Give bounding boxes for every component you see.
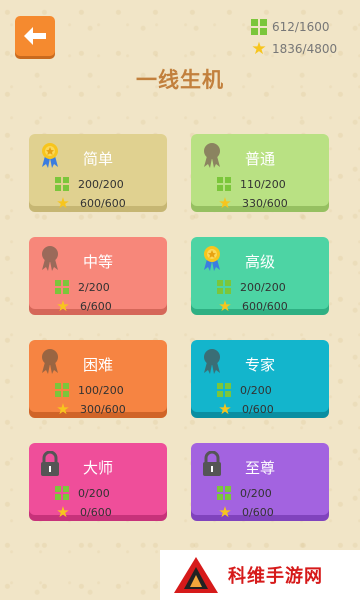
level-card-supreme[interactable]: 至尊 0/200 ★ 0/600 bbox=[191, 443, 329, 519]
watermark-text: 科维手游网 bbox=[228, 566, 323, 587]
level-stars: ★ 330/600 bbox=[217, 193, 288, 212]
level-name: 中等 bbox=[83, 253, 114, 271]
puzzles-total-value: 612/1600 bbox=[272, 20, 330, 34]
level-card-medium[interactable]: 中等 2/200 ★ 6/600 bbox=[29, 237, 167, 313]
level-puzzles-value: 100/200 bbox=[78, 383, 124, 397]
level-card-master[interactable]: 大师 0/200 ★ 0/600 bbox=[29, 443, 167, 519]
level-puzzles-value: 0/200 bbox=[78, 486, 110, 500]
level-name: 大师 bbox=[83, 459, 114, 477]
star-icon: ★ bbox=[56, 399, 70, 418]
level-stars-value: 0/600 bbox=[80, 505, 112, 519]
level-name: 普通 bbox=[245, 150, 276, 168]
level-stars: ★ 300/600 bbox=[55, 399, 126, 418]
level-card-easy[interactable]: 简单 200/200 ★ 600/600 bbox=[29, 134, 167, 210]
page-title: 一线生机 bbox=[136, 68, 224, 92]
level-puzzles: 200/200 bbox=[55, 175, 124, 193]
level-name: 专家 bbox=[245, 356, 276, 374]
level-puzzles: 0/200 bbox=[217, 484, 272, 502]
puzzle-grid-icon bbox=[55, 280, 69, 294]
puzzle-grid-icon bbox=[217, 383, 231, 397]
gold-medal-icon bbox=[39, 142, 61, 168]
level-card-normal[interactable]: 普通 110/200 ★ 330/600 bbox=[191, 134, 329, 210]
level-puzzles: 0/200 bbox=[217, 381, 272, 399]
puzzle-grid-icon bbox=[217, 280, 231, 294]
level-stars: ★ 600/600 bbox=[217, 296, 288, 315]
level-stars-value: 330/600 bbox=[242, 196, 288, 210]
level-puzzles-value: 0/200 bbox=[240, 383, 272, 397]
star-icon: ★ bbox=[218, 296, 232, 315]
level-stars: ★ 0/600 bbox=[217, 399, 274, 418]
level-stars-value: 0/600 bbox=[242, 402, 274, 416]
gold-medal-icon bbox=[201, 245, 223, 271]
level-puzzles-value: 200/200 bbox=[78, 177, 124, 191]
star-icon: ★ bbox=[218, 193, 232, 212]
level-stars-value: 600/600 bbox=[242, 299, 288, 313]
level-puzzles: 100/200 bbox=[55, 381, 124, 399]
level-stars-value: 6/600 bbox=[80, 299, 112, 313]
lock-icon bbox=[201, 450, 223, 477]
medal-icon bbox=[39, 348, 61, 374]
puzzle-grid-icon bbox=[217, 177, 231, 191]
level-stars: ★ 0/600 bbox=[217, 502, 274, 521]
level-stars: ★ 0/600 bbox=[55, 502, 112, 521]
puzzle-grid-icon bbox=[55, 177, 69, 191]
level-stars-value: 0/600 bbox=[242, 505, 274, 519]
level-puzzles: 110/200 bbox=[217, 175, 286, 193]
back-button[interactable] bbox=[15, 16, 55, 56]
level-stars-value: 300/600 bbox=[80, 402, 126, 416]
level-puzzles: 0/200 bbox=[55, 484, 110, 502]
level-puzzles-value: 0/200 bbox=[240, 486, 272, 500]
level-name: 至尊 bbox=[245, 459, 276, 477]
puzzle-grid-icon bbox=[55, 486, 69, 500]
level-puzzles: 200/200 bbox=[217, 278, 286, 296]
star-icon: ★ bbox=[218, 399, 232, 418]
level-stars: ★ 600/600 bbox=[55, 193, 126, 212]
level-name: 困难 bbox=[83, 356, 114, 374]
star-icon: ★ bbox=[218, 502, 232, 521]
star-icon: ★ bbox=[56, 193, 70, 212]
level-stars-value: 600/600 bbox=[80, 196, 126, 210]
star-icon: ★ bbox=[251, 38, 267, 59]
puzzles-total: 612/1600 bbox=[242, 16, 352, 38]
medal-icon bbox=[201, 348, 223, 374]
star-icon: ★ bbox=[56, 502, 70, 521]
stars-total: ★ 1836/4800 bbox=[242, 38, 352, 60]
watermark-logo bbox=[174, 557, 218, 593]
star-icon: ★ bbox=[56, 296, 70, 315]
level-puzzles: 2/200 bbox=[55, 278, 110, 296]
arrow-left-icon bbox=[24, 27, 46, 45]
puzzle-grid-icon bbox=[55, 383, 69, 397]
level-card-advanced[interactable]: 高级 200/200 ★ 600/600 bbox=[191, 237, 329, 313]
level-card-hard[interactable]: 困难 100/200 ★ 300/600 bbox=[29, 340, 167, 416]
level-puzzles-value: 200/200 bbox=[240, 280, 286, 294]
level-puzzles-value: 2/200 bbox=[78, 280, 110, 294]
lock-icon bbox=[39, 450, 61, 477]
puzzle-grid-icon bbox=[251, 19, 267, 35]
level-stars: ★ 6/600 bbox=[55, 296, 112, 315]
puzzle-grid-icon bbox=[217, 486, 231, 500]
level-name: 高级 bbox=[245, 253, 276, 271]
level-card-expert[interactable]: 专家 0/200 ★ 0/600 bbox=[191, 340, 329, 416]
medal-icon bbox=[39, 245, 61, 271]
stars-total-value: 1836/4800 bbox=[272, 42, 338, 56]
progress-summary: 612/1600 ★ 1836/4800 bbox=[242, 16, 352, 60]
medal-icon bbox=[201, 142, 223, 168]
level-name: 简单 bbox=[83, 150, 114, 168]
watermark: 科维手游网 bbox=[160, 550, 360, 600]
level-puzzles-value: 110/200 bbox=[240, 177, 286, 191]
